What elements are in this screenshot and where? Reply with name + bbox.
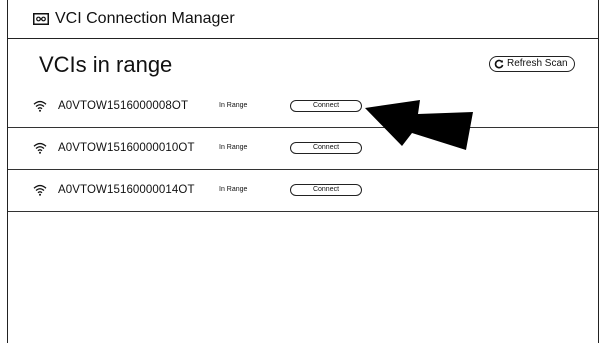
connect-button[interactable]: Connect [290,184,362,196]
vci-name: A0VTOW15160000014OT [58,184,195,196]
window-title: VCI Connection Manager [55,10,235,27]
title-bar: VCI Connection Manager [8,0,598,39]
page-title: VCIs in range [39,52,173,77]
wifi-icon [33,142,47,154]
vci-name: A0VTOW1516000008OT [58,100,189,112]
connect-button[interactable]: Connect [290,142,362,154]
refresh-scan-label: Refresh Scan [507,58,568,69]
row-divider [8,211,598,212]
vci-connection-manager-window: VCI Connection Manager VCIs in range Ref… [7,0,599,343]
connect-button[interactable]: Connect [290,100,362,112]
link-icon [33,13,49,25]
refresh-icon [494,59,504,69]
vci-status: In Range [219,102,248,109]
wifi-icon [33,100,47,112]
wifi-icon [33,184,47,196]
vci-status: In Range [219,144,248,151]
vci-list-item: A0VTOW15160000014OT In Range Connect [8,170,598,212]
refresh-scan-button[interactable]: Refresh Scan [489,56,575,72]
vci-list-item: A0VTOW1516000008OT In Range Connect [8,86,598,128]
vci-list-item: A0VTOW15160000010OT In Range Connect [8,128,598,170]
vci-name: A0VTOW15160000010OT [58,142,195,154]
vci-status: In Range [219,186,248,193]
